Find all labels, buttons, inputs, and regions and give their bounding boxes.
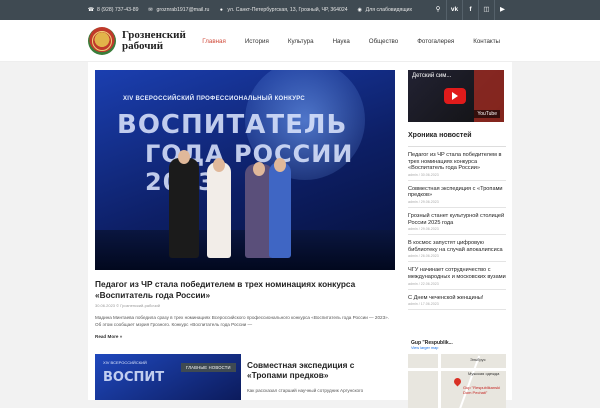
facebook-icon[interactable]: f [462,0,478,20]
image-big-text-1: ВОСПИТАТЕЛЬ [117,110,348,140]
nav-culture[interactable]: Культура [288,38,314,45]
brand-line-2: рабочий [122,39,164,52]
brand-line-1: Грозненский [122,28,186,41]
youtube-logo[interactable]: YouTube [474,110,500,118]
site-brand[interactable]: Грозненский рабочий [122,28,186,52]
map-embed[interactable]: Gup "Respublik... View larger map Эльбру… [408,338,506,408]
phone-text: 8 (928) 737-43-89 [97,7,139,13]
map-area-label: Мужская одежда [468,371,500,376]
featured-article: XIV ВСЕРОССИЙСКИЙ ПРОФЕССИОНАЛЬНЫЙ КОНКУ… [95,70,395,339]
article-thumbnail[interactable]: XIV ВСЕРОССИЙСКИЙ ВОСПИТ [95,354,241,400]
email-text: groznrab1917@mail.ru [156,7,210,13]
thumb-caption: XIV ВСЕРОССИЙСКИЙ [103,360,147,365]
featured-image[interactable]: XIV ВСЕРОССИЙСКИЙ ПРОФЕССИОНАЛЬНЫЙ КОНКУ… [95,70,395,270]
read-more-link[interactable]: Read More » [95,334,395,339]
map-header: Gup "Respublik... View larger map [408,338,506,354]
featured-description: Мадина Минтаева победила сразу в трех но… [95,315,389,327]
article-title[interactable]: Совместная экспедиция с «Тропами предков… [247,360,392,380]
map-area-label: Эльбрус [470,357,486,362]
youtube-icon[interactable]: ▶ [494,0,510,20]
nav-science[interactable]: Наука [333,38,350,45]
map-pin-icon[interactable] [452,376,463,387]
site-header: Грозненский рабочий Главная История Куль… [0,20,600,62]
phone-info[interactable]: ☎ 8 (928) 737-43-89 [88,7,139,13]
news-meta: admin / 17.06.2023 [408,302,439,307]
search-icon[interactable]: ⚲ [430,0,446,20]
news-title[interactable]: Педагог из ЧР стала победителем в трех н… [408,152,506,172]
vk-icon[interactable]: vk [446,0,462,20]
email-info[interactable]: ✉ groznrab1917@mail.ru [148,7,210,13]
list-item[interactable]: В космос запустят цифровую библиотеку на… [408,235,506,263]
news-title[interactable]: В космос запустят цифровую библиотеку на… [408,240,506,253]
category-badge[interactable]: ГЛАВНЫЕ НОВОСТИ [181,363,236,372]
social-links: ⚲ vk f ◫ ▶ [430,0,510,20]
nav-history[interactable]: История [245,38,269,45]
sidebar: Детский сим... YouTube Хроника новостей … [408,70,506,408]
nav-home[interactable]: Главная [202,38,226,45]
chronicle-heading: Хроника новостей [408,132,506,147]
list-item[interactable]: Грозный станет культурной столицей Росси… [408,208,506,236]
list-item[interactable]: Совместная экспедиция с «Тропами предков… [408,181,506,208]
list-item[interactable]: ЧГУ начинает сотрудничество с международ… [408,262,506,290]
news-meta: admin / 29.06.2023 [408,227,439,232]
video-embed[interactable]: Детский сим... YouTube [408,70,504,122]
address-text: ул. Санкт-Петербургская, 13, Грозный, ЧР… [227,7,348,13]
news-title[interactable]: Грозный станет культурной столицей Росси… [408,213,506,226]
mail-icon: ✉ [148,7,153,13]
location-pin-icon: ● [219,7,223,13]
map-larger-link[interactable]: View larger map [411,346,503,350]
news-meta: admin / 29.06.2023 [408,199,439,204]
map-pin-label: Gup "Respublikanski Dom Pechati" [463,385,500,395]
nav-society[interactable]: Общество [369,38,398,45]
news-meta: admin / 22.06.2023 [408,281,439,286]
video-title: Детский сим... [412,73,452,79]
news-title[interactable]: ЧГУ начинает сотрудничество с международ… [408,267,506,280]
featured-title[interactable]: Педагог из ЧР стала победителем в трех н… [95,279,395,300]
address-info: ● ул. Санкт-Петербургская, 13, Грозный, … [218,7,348,13]
phone-icon: ☎ [87,7,95,13]
featured-meta: 30.06.2023 © Грозненский-рабочий [95,303,160,308]
article-description: Как рассказал старший научный сотрудник … [247,388,364,393]
news-meta: admin / 26.06.2023 [408,254,439,259]
news-title[interactable]: С Днем чеченской женщины! [408,295,506,302]
news-title[interactable]: Совместная экспедиция с «Тропами предков… [408,186,506,199]
main-nav: Главная История Культура Наука Общество … [183,20,500,62]
play-icon[interactable] [444,88,466,104]
nav-photogallery[interactable]: Фотогалерея [417,38,454,45]
list-item[interactable]: Педагог из ЧР стала победителем в трех н… [408,147,506,181]
site-logo[interactable] [88,26,116,55]
content-area: XIV ВСЕРОССИЙСКИЙ ПРОФЕССИОНАЛЬНЫЙ КОНКУ… [88,62,512,408]
accessibility-link[interactable]: ◉ Для слабовидящих [357,7,412,13]
nav-contacts[interactable]: Контакты [473,38,500,45]
news-meta: admin / 30.06.2023 [408,172,439,177]
top-bar: ☎ 8 (928) 737-43-89 ✉ groznrab1917@mail.… [0,0,600,20]
image-headline: XIV ВСЕРОССИЙСКИЙ ПРОФЕССИОНАЛЬНЫЙ КОНКУ… [123,96,306,102]
list-item[interactable]: С Днем чеченской женщины! admin / 17.06.… [408,290,506,311]
accessibility-text: Для слабовидящих [365,7,413,13]
thumb-big-text: ВОСПИТ [103,370,165,385]
instagram-icon[interactable]: ◫ [478,0,494,20]
article-card: XIV ВСЕРОССИЙСКИЙ ВОСПИТ ГЛАВНЫЕ НОВОСТИ… [95,354,395,400]
eye-icon: ◉ [357,7,362,13]
